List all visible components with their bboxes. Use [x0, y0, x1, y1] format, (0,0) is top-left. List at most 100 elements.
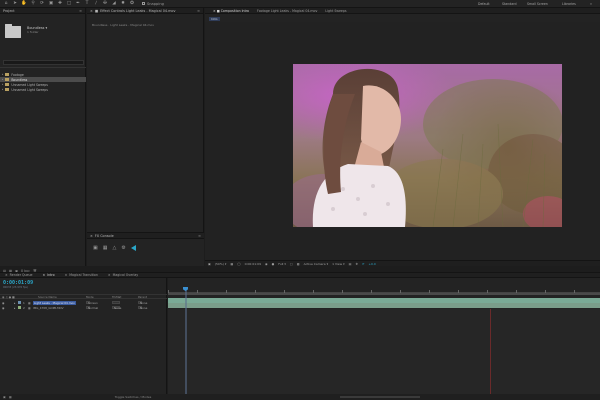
expand-triangle-icon[interactable]: ▸ [14, 301, 15, 305]
transfer-controls-icon[interactable]: ▦ [9, 395, 12, 399]
snapping-checkbox[interactable] [142, 2, 145, 5]
col-mode[interactable]: Mode [86, 295, 94, 299]
reset-exposure-icon[interactable]: ⟳ [362, 262, 365, 266]
toggle-pixel-aspect-icon[interactable]: ▤ [349, 262, 352, 266]
fx-console-tab[interactable]: × FX Console ≡ [87, 233, 204, 239]
current-time-display[interactable]: 0:00:01:09 [245, 262, 261, 266]
snapshot-icon[interactable]: ◉ [265, 262, 268, 266]
effect-controls-tab[interactable]: × ■ Effect Controls Light Leaks - Magica… [87, 8, 203, 14]
layer-switches-icon[interactable]: ▣ [3, 395, 6, 399]
fast-preview-icon[interactable]: ✥ [355, 262, 358, 266]
fx-console-logo-icon[interactable] [130, 245, 136, 251]
layer-2-bar[interactable] [168, 303, 600, 308]
workspace-more-icon[interactable]: » [590, 0, 592, 8]
viewer-tab[interactable]: × ■ Composition Intro [209, 9, 253, 13]
workspace-default[interactable]: Default [478, 0, 490, 8]
layer-source-name[interactable]: Light Leaks - Magical 04.mov [33, 300, 76, 305]
col-parent[interactable]: Parent [138, 295, 147, 299]
panel-menu-icon[interactable]: ≡ [197, 9, 200, 13]
layer-mode-dropdown[interactable]: Normal [86, 306, 98, 310]
exposure-value[interactable]: +0.0 [368, 262, 375, 266]
workspace-libraries[interactable]: Libraries [562, 0, 576, 8]
expand-triangle-icon[interactable]: ▸ [2, 88, 3, 91]
composition-frame-image[interactable] [293, 64, 562, 227]
resolution-dropdown[interactable]: Full ▾ [278, 262, 286, 266]
camera-dropdown[interactable]: Active Camera ▾ [304, 262, 329, 266]
panel-menu-icon[interactable]: ≡ [198, 234, 201, 238]
project-list-item[interactable]: ▸ Unnamed Light Sweeps [0, 87, 86, 92]
workspace-small-screen[interactable]: Small Screen [527, 0, 548, 8]
layer-parent-dropdown[interactable]: None [138, 306, 147, 310]
save-icon[interactable]: ▦ [103, 245, 108, 251]
eraser-tool-icon[interactable]: ◢ [111, 1, 117, 7]
brush-tool-icon[interactable]: ∕ [93, 1, 99, 7]
work-area-bar[interactable] [168, 293, 600, 295]
layer-trkmat-dropdown[interactable]: None [112, 306, 121, 310]
home-icon[interactable]: ⌂ [3, 1, 9, 7]
timeline-zoom-slider[interactable] [340, 396, 420, 398]
warning-icon[interactable]: △ [112, 245, 116, 251]
expand-triangle-icon[interactable]: ▸ [2, 73, 3, 76]
lock-icon[interactable]: ■ [217, 9, 220, 13]
layer-trkmat-dropdown[interactable] [112, 300, 120, 305]
layer-row[interactable]: ◉ ▸ 2 ▦ IMG_4708_GOPR.MOV Normal None None [0, 305, 167, 310]
label-color-swatch[interactable] [18, 306, 21, 309]
project-tab[interactable]: Project ≡ [0, 8, 85, 14]
region-of-interest-icon[interactable]: □ [290, 262, 293, 266]
zoom-tool-icon[interactable]: ⚲ [30, 1, 36, 7]
close-icon[interactable]: × [5, 273, 8, 277]
pan-behind-tool-icon[interactable]: ✚ [57, 1, 63, 7]
camera-tool-icon[interactable]: ▣ [48, 1, 54, 7]
expand-triangle-icon[interactable]: ▸ [14, 306, 15, 310]
timeline-track-area[interactable] [168, 278, 600, 394]
playhead-line[interactable] [185, 288, 187, 394]
close-icon[interactable]: × [90, 234, 93, 238]
magnification-dropdown[interactable]: (50%) ▾ [215, 262, 227, 266]
timeline-tab[interactable]: × Render Queue [0, 273, 38, 277]
close-icon[interactable]: × [90, 9, 93, 13]
transparency-grid-icon[interactable]: ▩ [297, 262, 300, 266]
project-search-input[interactable] [3, 60, 84, 65]
col-source-name[interactable]: Source Name [38, 295, 57, 299]
composition-canvas[interactable] [205, 22, 600, 260]
expand-triangle-icon[interactable]: ▸ [2, 83, 3, 86]
viewer-tab[interactable]: Light Sweeps [321, 9, 350, 13]
close-icon[interactable]: × [65, 273, 68, 277]
camera-icon[interactable]: ▣ [93, 245, 98, 251]
puppet-tool-icon[interactable]: ✪ [129, 1, 135, 7]
timeline-tab[interactable]: × Intro [38, 273, 60, 277]
gear-icon[interactable]: ⚙ [121, 245, 125, 251]
selection-tool-icon[interactable]: ➤ [12, 1, 18, 7]
clone-stamp-tool-icon[interactable]: ✠ [102, 1, 108, 7]
composition-name-chip[interactable]: Intro [209, 17, 220, 21]
lock-icon[interactable]: ■ [95, 9, 98, 13]
close-icon[interactable]: × [213, 9, 216, 13]
views-dropdown[interactable]: 1 View ▾ [332, 262, 345, 266]
layer-parent-dropdown[interactable]: None [138, 301, 147, 305]
roto-brush-tool-icon[interactable]: ✹ [120, 1, 126, 7]
timeline-tab[interactable]: × Magical Transition [60, 273, 103, 277]
hand-tool-icon[interactable]: ✋ [21, 1, 27, 7]
snapping-toggle[interactable]: Snapping [142, 2, 164, 6]
rotation-tool-icon[interactable]: ⟳ [39, 1, 45, 7]
pen-tool-icon[interactable]: ✒ [75, 1, 81, 7]
layer-source-name[interactable]: IMG_4708_GOPR.MOV [33, 306, 64, 310]
expand-triangle-icon[interactable]: ▸ [2, 78, 3, 81]
close-icon[interactable]: × [43, 273, 46, 277]
rectangle-tool-icon[interactable]: □ [66, 1, 72, 7]
layer-mode-dropdown[interactable]: Screen [86, 301, 98, 305]
viewer-tab[interactable]: Footage Light Leaks - Magical 04.mov [253, 9, 321, 13]
always-preview-icon[interactable]: ▣ [208, 262, 211, 266]
grid-icon[interactable]: ▦ [230, 262, 233, 266]
type-tool-icon[interactable]: T [84, 1, 90, 7]
layer-1-bar[interactable] [168, 298, 600, 303]
color-channel-icon[interactable]: ● [272, 262, 275, 266]
label-color-swatch[interactable] [18, 301, 21, 304]
toggle-switches-modes[interactable]: Toggle Switches / Modes [115, 395, 152, 399]
visibility-eye-icon[interactable]: ◉ [2, 306, 4, 310]
col-trkmat[interactable]: TrkMat [112, 295, 121, 299]
panel-menu-icon[interactable]: ≡ [79, 9, 82, 13]
visibility-eye-icon[interactable]: ◉ [2, 301, 4, 305]
close-icon[interactable]: × [108, 273, 111, 277]
workspace-standard[interactable]: Standard [502, 0, 517, 8]
